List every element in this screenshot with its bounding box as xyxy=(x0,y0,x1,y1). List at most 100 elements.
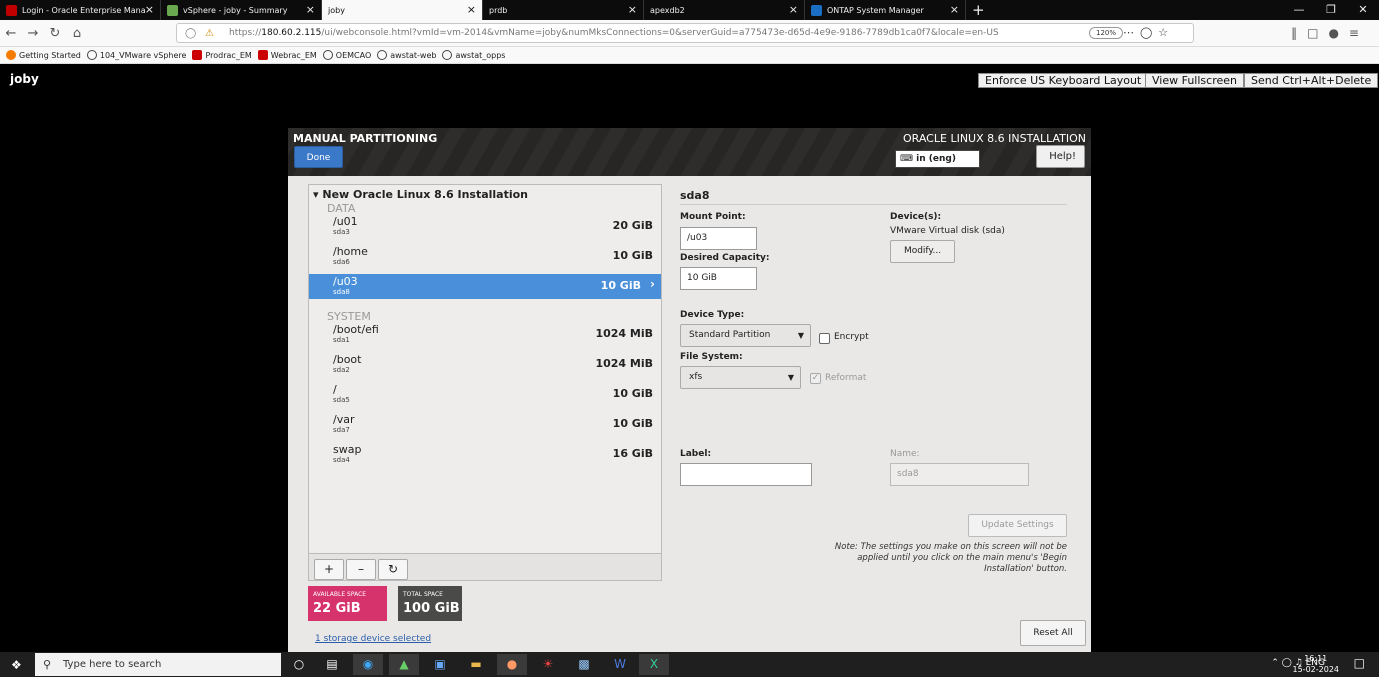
dropdown-arrow-icon: ▼ xyxy=(787,373,794,382)
edge-icon[interactable]: ◉ xyxy=(353,654,383,675)
new-tab-button[interactable]: + xyxy=(966,0,991,20)
shield-icon: ◯ xyxy=(185,27,197,39)
bookmark-item[interactable]: Getting Started xyxy=(6,50,81,60)
bookmarks-bar: Getting Started 104_VMware vSphere Prodrac… xyxy=(0,47,1379,64)
mount-point-row[interactable]: /u01 sda3 20 GiB xyxy=(309,214,661,239)
encrypt-checkbox[interactable] xyxy=(819,333,830,344)
restore-button[interactable]: ❐ xyxy=(1315,0,1347,20)
taskbar-search[interactable]: ⚲ Type here to search xyxy=(35,653,281,676)
mount-point-row[interactable]: /u03 sda8 10 GiB › xyxy=(309,274,661,299)
close-tab-icon[interactable]: × xyxy=(789,4,798,15)
firefox-icon[interactable]: ● xyxy=(497,654,527,675)
close-window-button[interactable]: ✕ xyxy=(1347,0,1379,20)
keyboard-layout-indicator[interactable]: ⌨ in (eng) xyxy=(895,150,980,168)
mount-point-row[interactable]: swap sda4 16 GiB xyxy=(309,442,661,467)
remove-mount-button[interactable]: – xyxy=(346,559,376,580)
toolbar-right-icons[interactable]: ‖□●≡ xyxy=(1291,26,1369,40)
page-title: MANUAL PARTITIONING xyxy=(293,132,438,145)
close-tab-icon[interactable]: × xyxy=(306,4,315,15)
mount-point-row[interactable]: /home sda6 10 GiB xyxy=(309,244,661,269)
enforce-keyboard-button[interactable]: Enforce US Keyboard Layout xyxy=(978,73,1149,88)
page-actions-icons[interactable]: ⋯◯☆ xyxy=(1123,26,1174,39)
send-ctrl-alt-del-button[interactable]: Send Ctrl+Alt+Delete xyxy=(1244,73,1379,88)
mount-point-row[interactable]: /boot/efi sda1 1024 MiB xyxy=(309,322,661,347)
mount-point-row[interactable]: / sda5 10 GiB xyxy=(309,382,661,407)
reload-icon[interactable]: ↻ xyxy=(44,26,66,41)
close-tab-icon[interactable]: × xyxy=(950,4,959,15)
app-icon[interactable]: ▣ xyxy=(425,654,455,675)
browser-tab[interactable]: ONTAP System Manager × xyxy=(805,0,966,20)
bookmark-label: Prodrac_EM xyxy=(205,50,252,60)
name-field: sda8 xyxy=(890,463,1029,486)
mount-point-field[interactable]: /u03 xyxy=(680,227,757,250)
name-field-label: Name: xyxy=(890,449,920,459)
storage-device-link[interactable]: 1 storage device selected xyxy=(315,634,431,644)
browser-tab[interactable]: apexdb2 × xyxy=(644,0,805,20)
reformat-checkbox[interactable]: ✓ xyxy=(810,373,821,384)
browser-tab[interactable]: prdb × xyxy=(483,0,644,20)
file-system-select[interactable]: xfs ▼ xyxy=(680,366,801,389)
desired-capacity-field[interactable]: 10 GiB xyxy=(680,267,757,290)
tab-label: joby xyxy=(328,5,345,15)
view-fullscreen-button[interactable]: View Fullscreen xyxy=(1145,73,1244,88)
remote-desktop-icon[interactable]: ▩ xyxy=(569,654,599,675)
file-explorer-icon[interactable]: ▬ xyxy=(461,654,491,675)
help-button[interactable]: Help! xyxy=(1036,145,1085,168)
mount-point-name: /home xyxy=(333,245,368,258)
mount-point-row[interactable]: /boot sda2 1024 MiB xyxy=(309,352,661,377)
zoom-indicator[interactable]: 120% xyxy=(1089,27,1124,39)
dropdown-arrow-icon: ▼ xyxy=(797,331,804,340)
app-icon[interactable]: ▲ xyxy=(389,654,419,675)
update-settings-button[interactable]: Update Settings xyxy=(968,514,1067,537)
installation-group-header[interactable]: ▾ New Oracle Linux 8.6 Installation xyxy=(313,188,528,201)
device-name: sda4 xyxy=(333,456,350,464)
task-view-icon[interactable]: ▤ xyxy=(317,654,347,675)
bookmark-icon xyxy=(257,50,268,60)
clock[interactable]: 16:11 15-02-2024 xyxy=(1293,653,1340,675)
home-icon[interactable]: ⌂ xyxy=(66,26,88,41)
reset-all-button[interactable]: Reset All xyxy=(1020,620,1086,646)
browser-tab[interactable]: vSphere - joby - Summary × xyxy=(161,0,322,20)
navigation-bar: ← → ↻ ⌂ ◯ ⚠ https://180.60.2.115/ui/webc… xyxy=(0,20,1379,47)
windows-taskbar: ❖ ⚲ Type here to search ○ ▤ ◉ ▲ ▣ ▬ ● ☀ ▩… xyxy=(0,652,1379,677)
browser-tab[interactable]: joby × xyxy=(322,0,483,20)
mount-point-name: /u01 xyxy=(333,215,358,228)
mount-point-row[interactable]: /var sda7 10 GiB xyxy=(309,412,661,437)
mount-size: 1024 MiB xyxy=(595,357,653,370)
app-icon[interactable]: ☀ xyxy=(533,654,563,675)
device-type-select[interactable]: Standard Partition ▼ xyxy=(680,324,811,347)
done-button[interactable]: Done xyxy=(294,146,343,168)
close-tab-icon[interactable]: × xyxy=(145,4,154,15)
tab-label: vSphere - joby - Summary xyxy=(183,5,288,15)
refresh-button[interactable]: ↻ xyxy=(378,559,408,580)
partition-title: sda8 xyxy=(680,189,710,202)
word-icon[interactable]: W xyxy=(605,654,635,675)
bookmark-item[interactable]: 104_VMware vSphere xyxy=(86,50,186,60)
close-tab-icon[interactable]: × xyxy=(467,4,476,15)
add-mount-button[interactable]: + xyxy=(314,559,344,580)
bookmark-item[interactable]: awstat-web xyxy=(377,50,436,60)
bookmark-item[interactable]: Webrac_EM xyxy=(257,50,317,60)
chevron-right-icon: › xyxy=(650,277,655,291)
bookmark-item[interactable]: awstat_opps xyxy=(442,50,505,60)
bookmark-item[interactable]: Prodrac_EM xyxy=(192,50,252,60)
device-name: sda6 xyxy=(333,258,350,266)
url-bar[interactable]: ◯ ⚠ https://180.60.2.115/ui/webconsole.h… xyxy=(176,23,1194,43)
device-name: sda7 xyxy=(333,426,350,434)
bookmark-item[interactable]: OEMCAO xyxy=(322,50,371,60)
close-tab-icon[interactable]: × xyxy=(628,4,637,15)
browser-tab[interactable]: Login - Oracle Enterprise Mana × xyxy=(0,0,161,20)
bookmark-label: awstat-web xyxy=(390,50,437,60)
forward-icon[interactable]: → xyxy=(22,26,44,41)
minimize-button[interactable]: — xyxy=(1283,0,1315,20)
modify-button[interactable]: Modify... xyxy=(890,240,955,263)
vm-console[interactable]: joby Enforce US Keyboard Layout View Ful… xyxy=(0,64,1379,652)
cortana-icon[interactable]: ○ xyxy=(284,654,314,675)
bookmark-icon xyxy=(6,50,16,60)
windows-start-icon[interactable]: ❖ xyxy=(11,658,22,672)
notifications-icon[interactable]: □ xyxy=(1354,656,1365,670)
divider xyxy=(680,204,1067,205)
excel-icon[interactable]: X xyxy=(639,654,669,675)
label-field[interactable] xyxy=(680,463,812,486)
back-icon[interactable]: ← xyxy=(0,26,22,41)
